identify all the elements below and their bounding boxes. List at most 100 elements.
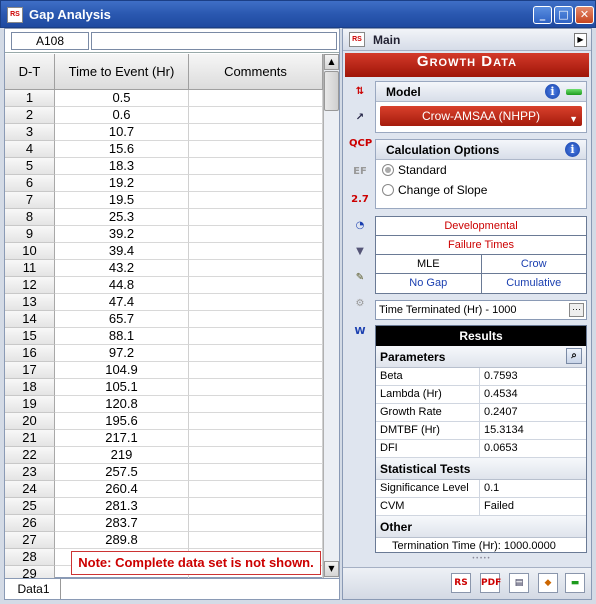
- time-to-event-cell[interactable]: 43.2: [55, 260, 189, 277]
- time-to-event-cell[interactable]: 97.2: [55, 345, 189, 362]
- time-to-event-cell[interactable]: 120.8: [55, 396, 189, 413]
- table-row[interactable]: 2 0.6: [5, 107, 323, 124]
- table-row[interactable]: 12 44.8: [5, 277, 323, 294]
- row-number[interactable]: 7: [5, 192, 55, 209]
- row-number[interactable]: 25: [5, 498, 55, 515]
- time-to-event-cell[interactable]: 217.1: [55, 430, 189, 447]
- info-icon[interactable]: i: [565, 142, 580, 157]
- table-row[interactable]: 1 0.5: [5, 90, 323, 107]
- time-to-event-cell[interactable]: 47.4: [55, 294, 189, 311]
- comments-cell[interactable]: [189, 209, 323, 226]
- time-to-event-cell[interactable]: 18.3: [55, 158, 189, 175]
- time-to-event-cell[interactable]: 281.3: [55, 498, 189, 515]
- time-to-event-cell[interactable]: 39.2: [55, 226, 189, 243]
- comments-cell[interactable]: [189, 464, 323, 481]
- row-number[interactable]: 11: [5, 260, 55, 277]
- time-to-event-cell[interactable]: 19.5: [55, 192, 189, 209]
- table-row[interactable]: 18 105.1: [5, 379, 323, 396]
- time-to-event-cell[interactable]: 104.9: [55, 362, 189, 379]
- table-row[interactable]: 5 18.3: [5, 158, 323, 175]
- radio-unselected-icon[interactable]: [382, 184, 394, 196]
- option-failure-times[interactable]: Failure Times: [376, 236, 586, 254]
- comments-cell[interactable]: [189, 107, 323, 124]
- table-row[interactable]: 14 65.7: [5, 311, 323, 328]
- radio-change-of-slope[interactable]: Change of Slope: [376, 180, 586, 200]
- table-row[interactable]: 13 47.4: [5, 294, 323, 311]
- column-header-dt[interactable]: D-T: [5, 54, 55, 90]
- comments-cell[interactable]: [189, 430, 323, 447]
- time-to-event-cell[interactable]: 195.6: [55, 413, 189, 430]
- weibull-icon[interactable]: W: [349, 321, 371, 343]
- time-to-event-cell[interactable]: 0.6: [55, 107, 189, 124]
- row-number[interactable]: 14: [5, 311, 55, 328]
- time-to-event-cell[interactable]: 88.1: [55, 328, 189, 345]
- app-report-icon[interactable]: RS: [451, 573, 471, 593]
- ef-icon[interactable]: EF: [349, 161, 371, 183]
- row-number[interactable]: 5: [5, 158, 55, 175]
- row-number[interactable]: 10: [5, 243, 55, 260]
- sheet-tab-data1[interactable]: Data1: [7, 579, 61, 599]
- table-row[interactable]: 4 15.6: [5, 141, 323, 158]
- table-row[interactable]: 16 97.2: [5, 345, 323, 362]
- option-mle[interactable]: MLE: [376, 255, 481, 273]
- row-number[interactable]: 18: [5, 379, 55, 396]
- comments-cell[interactable]: [189, 141, 323, 158]
- row-number[interactable]: 4: [5, 141, 55, 158]
- comments-cell[interactable]: [189, 294, 323, 311]
- gauge-icon[interactable]: ◔: [349, 215, 371, 237]
- time-to-event-cell[interactable]: 44.8: [55, 277, 189, 294]
- time-to-event-cell[interactable]: 289.8: [55, 532, 189, 549]
- table-row[interactable]: 25 281.3: [5, 498, 323, 515]
- time-to-event-cell[interactable]: 257.5: [55, 464, 189, 481]
- termination-field[interactable]: Time Terminated (Hr) - 1000 ···: [375, 300, 587, 320]
- main-expand-icon[interactable]: ▶: [574, 33, 587, 47]
- time-to-event-cell[interactable]: 15.6: [55, 141, 189, 158]
- table-row[interactable]: 17 104.9: [5, 362, 323, 379]
- comments-cell[interactable]: [189, 226, 323, 243]
- comments-cell[interactable]: [189, 158, 323, 175]
- row-number[interactable]: 8: [5, 209, 55, 226]
- time-to-event-cell[interactable]: 283.7: [55, 515, 189, 532]
- time-to-event-cell[interactable]: 260.4: [55, 481, 189, 498]
- row-number[interactable]: 1: [5, 90, 55, 107]
- comments-cell[interactable]: [189, 90, 323, 107]
- time-to-event-cell[interactable]: 39.4: [55, 243, 189, 260]
- green-bar-icon[interactable]: ▬: [565, 573, 585, 593]
- columns-icon[interactable]: ▤: [509, 573, 529, 593]
- time-to-event-cell[interactable]: 10.7: [55, 124, 189, 141]
- row-number[interactable]: 24: [5, 481, 55, 498]
- minimize-button[interactable]: _: [533, 6, 552, 24]
- table-row[interactable]: 15 88.1: [5, 328, 323, 345]
- radio-standard[interactable]: Standard: [376, 160, 586, 180]
- table-row[interactable]: 6 19.2: [5, 175, 323, 192]
- scroll-down-icon[interactable]: ▼: [324, 561, 339, 577]
- time-to-event-cell[interactable]: 105.1: [55, 379, 189, 396]
- comments-cell[interactable]: [189, 243, 323, 260]
- comments-cell[interactable]: [189, 532, 323, 549]
- row-number[interactable]: 6: [5, 175, 55, 192]
- table-row[interactable]: 11 43.2: [5, 260, 323, 277]
- table-row[interactable]: 7 19.5: [5, 192, 323, 209]
- qcp-icon[interactable]: QCP: [349, 133, 372, 155]
- comments-cell[interactable]: [189, 481, 323, 498]
- row-number[interactable]: 21: [5, 430, 55, 447]
- row-number[interactable]: 15: [5, 328, 55, 345]
- option-developmental[interactable]: Developmental: [376, 217, 586, 235]
- table-row[interactable]: 22 219: [5, 447, 323, 464]
- row-number[interactable]: 2: [5, 107, 55, 124]
- time-to-event-cell[interactable]: 25.3: [55, 209, 189, 226]
- comments-cell[interactable]: [189, 192, 323, 209]
- generate-icon[interactable]: ⚙: [349, 293, 371, 315]
- column-header-time[interactable]: Time to Event (Hr): [55, 54, 189, 90]
- comments-cell[interactable]: [189, 413, 323, 430]
- row-number[interactable]: 29: [5, 566, 55, 578]
- column-header-comments[interactable]: Comments: [189, 54, 323, 90]
- time-to-event-cell[interactable]: 0.5: [55, 90, 189, 107]
- table-row[interactable]: 19 120.8: [5, 396, 323, 413]
- comments-cell[interactable]: [189, 311, 323, 328]
- table-row[interactable]: 21 217.1: [5, 430, 323, 447]
- panel-splitter[interactable]: • • • • •: [375, 556, 587, 562]
- table-row[interactable]: 23 257.5: [5, 464, 323, 481]
- option-no-gap[interactable]: No Gap: [376, 274, 481, 293]
- table-row[interactable]: 26 283.7: [5, 515, 323, 532]
